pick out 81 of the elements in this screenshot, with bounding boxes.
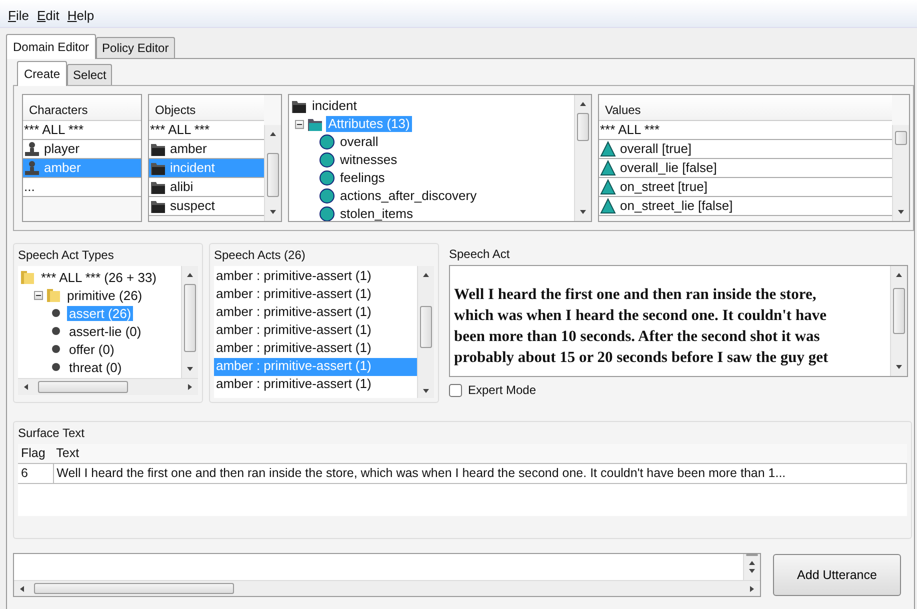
vertical-scrollbar[interactable] bbox=[890, 266, 907, 376]
tree-item[interactable]: threat (0) bbox=[67, 360, 124, 376]
list-item[interactable]: on_street [true] bbox=[599, 178, 892, 197]
list-item[interactable]: alibi bbox=[149, 178, 264, 197]
vertical-scrollbar[interactable] bbox=[574, 95, 591, 221]
group-title: Speech Acts (26) bbox=[214, 248, 306, 262]
vertical-scrollbar[interactable] bbox=[417, 266, 434, 398]
circle-icon bbox=[319, 134, 335, 150]
list-item[interactable]: *** ALL *** bbox=[23, 121, 141, 140]
speech-act-text: Well I heard the first one and then ran inside the store, which was when I heard the second one. It couldn't have been more than 10 seconds. After the second shot it was probably about 15 or 20 seconds before I saw the guy get bbox=[453, 285, 830, 368]
circle-icon bbox=[319, 170, 335, 186]
triangle-icon bbox=[600, 198, 616, 214]
list-item[interactable]: *** ALL *** bbox=[149, 121, 264, 140]
group-title: Speech Act Types bbox=[18, 248, 115, 262]
list-item[interactable]: amber : primitive-assert (1) bbox=[214, 340, 417, 358]
list-item[interactable]: on_street_lie [false] bbox=[599, 197, 892, 216]
list-item[interactable]: player bbox=[23, 140, 141, 159]
table-cell: 6 bbox=[18, 464, 54, 484]
triangle-icon bbox=[600, 179, 616, 195]
folder-icon bbox=[150, 198, 166, 214]
tab[interactable]: Create bbox=[17, 60, 68, 86]
folder-icon bbox=[20, 269, 36, 286]
horizontal-scrollbar[interactable] bbox=[18, 378, 198, 396]
collapse-icon[interactable] bbox=[34, 290, 43, 300]
column-header: Objects bbox=[149, 95, 264, 121]
folder-icon bbox=[46, 287, 62, 304]
tab[interactable]: Domain Editor bbox=[6, 34, 96, 59]
circle-icon bbox=[319, 188, 335, 204]
list-item[interactable]: overall [true] bbox=[599, 140, 892, 159]
group-title: Speech Act bbox=[449, 247, 511, 262]
text-input-area[interactable] bbox=[13, 553, 761, 597]
vertical-scrollbar[interactable] bbox=[743, 554, 760, 580]
tab[interactable]: Policy Editor bbox=[96, 36, 175, 58]
tree-item[interactable]: witnesses bbox=[338, 152, 400, 168]
tree-item[interactable]: actions_after_discovery bbox=[338, 188, 479, 204]
menu-item[interactable]: File bbox=[8, 8, 29, 27]
tree-item[interactable]: stolen_items bbox=[338, 206, 415, 221]
vertical-scrollbar[interactable] bbox=[181, 266, 198, 378]
triangle-icon bbox=[600, 160, 616, 176]
list-item[interactable]: amber : primitive-assert (1) bbox=[214, 286, 417, 304]
folder-icon bbox=[291, 98, 307, 114]
column-header: Values bbox=[599, 95, 892, 121]
checkbox-label: Expert Mode bbox=[468, 383, 536, 398]
list-item[interactable]: suspect bbox=[149, 197, 264, 216]
menu-item[interactable]: Help bbox=[67, 8, 94, 27]
person-icon bbox=[24, 160, 40, 176]
circle-icon bbox=[319, 152, 335, 168]
tab[interactable]: Select bbox=[67, 64, 112, 85]
tree-item[interactable]: incident bbox=[310, 98, 359, 114]
tree-item[interactable]: assert-lie (0) bbox=[67, 324, 144, 340]
list-item[interactable]: amber bbox=[149, 140, 264, 159]
folder-icon bbox=[150, 141, 166, 157]
tree-item[interactable]: feelings bbox=[338, 170, 387, 186]
tree-item[interactable]: offer (0) bbox=[67, 342, 116, 358]
expert-mode-checkbox[interactable] bbox=[449, 384, 462, 398]
column-header: Characters bbox=[23, 95, 141, 121]
list-item[interactable]: amber : primitive-assert (1) bbox=[214, 322, 417, 340]
list-item[interactable]: amber : primitive-assert (1) bbox=[214, 268, 417, 286]
group-title: Surface Text bbox=[18, 426, 86, 440]
tree-item[interactable]: *** ALL *** (26 + 33) bbox=[39, 270, 159, 286]
collapse-icon[interactable] bbox=[295, 120, 304, 128]
menu-item[interactable]: Edit bbox=[36, 8, 60, 27]
list-item[interactable]: amber : primitive-assert (1) bbox=[214, 304, 417, 322]
list-item[interactable]: amber : primitive-assert (1) bbox=[214, 376, 417, 394]
table-cell: Well I heard the first one and then ran inside the store, which was when I heard the second one. It couldn't have been more than 1... bbox=[53, 464, 906, 484]
add-utterance-button[interactable]: Add Utterance bbox=[773, 554, 901, 596]
triangle-icon bbox=[600, 141, 616, 157]
folder-icon bbox=[307, 116, 324, 132]
vertical-scrollbar[interactable] bbox=[264, 125, 281, 221]
folder-icon bbox=[150, 160, 166, 176]
tree-item[interactable]: overall bbox=[338, 134, 380, 150]
horizontal-scrollbar[interactable] bbox=[14, 580, 760, 596]
column-header[interactable]: Text bbox=[53, 444, 906, 464]
list-item[interactable]: overall_lie [false] bbox=[599, 159, 892, 178]
list-item[interactable]: *** ALL *** bbox=[599, 121, 892, 140]
vertical-scrollbar[interactable] bbox=[892, 125, 909, 221]
tree-item[interactable]: primitive (26) bbox=[65, 288, 144, 304]
column-header[interactable]: Flag bbox=[18, 444, 54, 464]
list-item[interactable]: ... bbox=[23, 178, 141, 197]
person-icon bbox=[24, 141, 40, 157]
folder-icon bbox=[150, 179, 166, 195]
